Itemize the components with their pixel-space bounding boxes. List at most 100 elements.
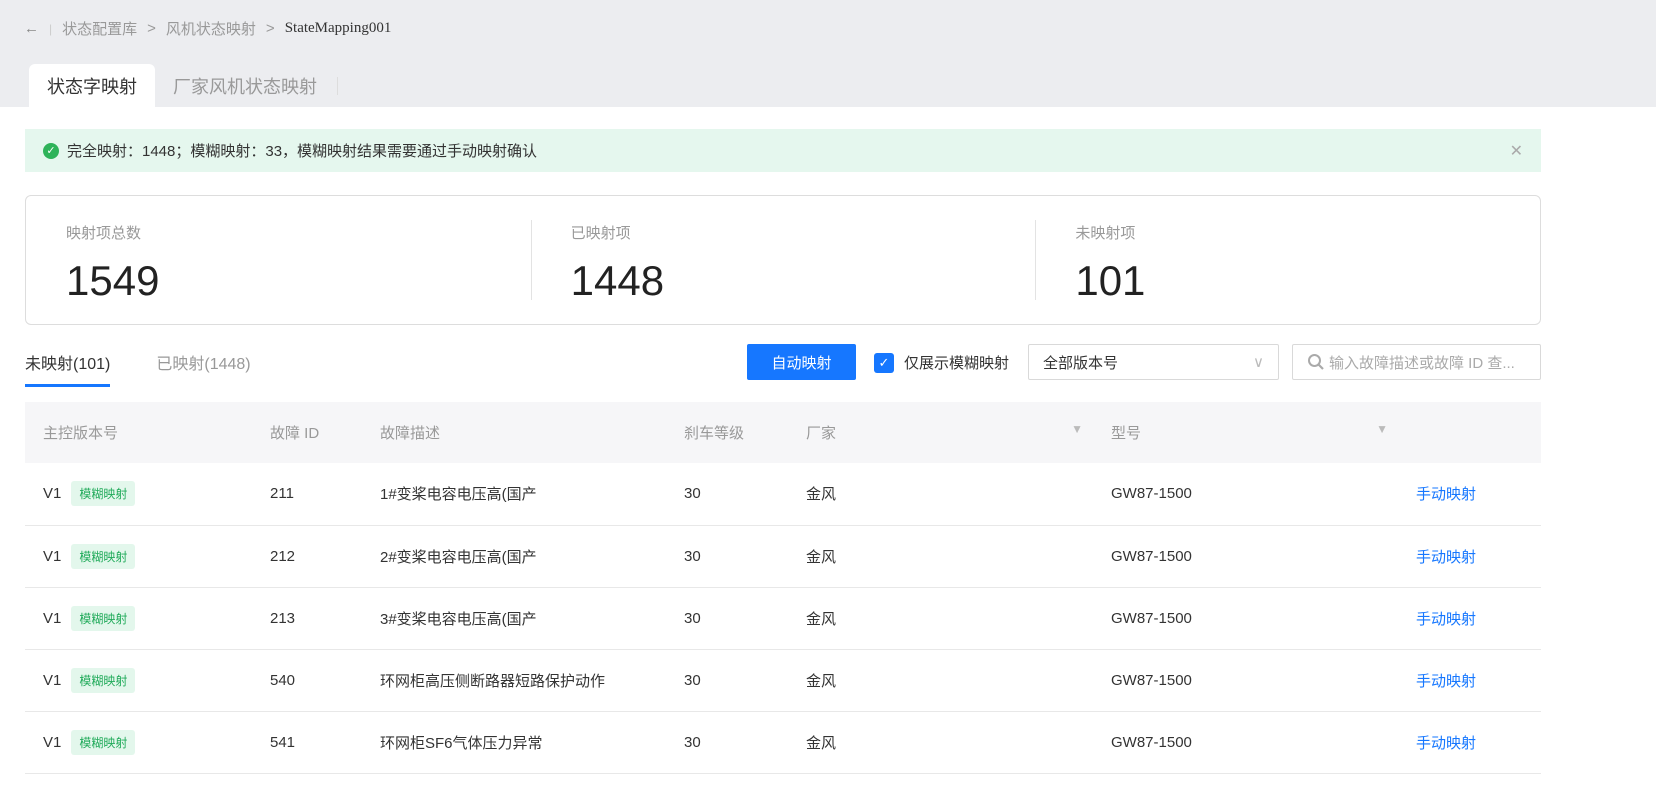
main-tabs: 状态字映射 厂家风机状态映射	[29, 64, 338, 107]
filter-icon[interactable]: ▼	[1071, 422, 1083, 436]
tab-mapped[interactable]: 已映射(1448)	[156, 350, 250, 387]
col-brake-level: 刹车等级	[666, 402, 788, 463]
version-select[interactable]: 全部版本号 ∨	[1028, 344, 1279, 380]
search-input[interactable]: 输入故障描述或故障 ID 查...	[1292, 344, 1541, 380]
checkbox-checked-icon[interactable]: ✓	[874, 352, 894, 373]
manual-map-link[interactable]: 手动映射	[1416, 486, 1476, 503]
checkbox-label: 仅展示模糊映射	[904, 355, 1010, 372]
search-placeholder: 输入故障描述或故障 ID 查...	[1329, 354, 1515, 372]
cell-vendor: 金风	[788, 711, 1093, 774]
manual-map-link[interactable]: 手动映射	[1416, 735, 1476, 752]
col-vendor: 厂家 ▼	[788, 402, 1093, 463]
cell-brake-level: 30	[666, 525, 788, 588]
cell-version: V1 模糊映射	[25, 587, 252, 650]
col-version: 主控版本号	[25, 402, 252, 463]
cell-model: GW87-1500	[1093, 463, 1398, 526]
cell-vendor: 金风	[788, 649, 1093, 712]
cell-model: GW87-1500	[1093, 587, 1398, 650]
cell-action: 手动映射	[1398, 525, 1541, 588]
stat-total: 映射项总数 1549	[26, 196, 531, 324]
table-row: V1 模糊映射 211 1#变桨电容电压高(国产 30 金风 GW87-1500 …	[25, 463, 1541, 526]
fuzzy-badge: 模糊映射	[71, 667, 136, 693]
auto-map-button[interactable]: 自动映射	[747, 344, 856, 380]
cell-fault-desc: 环网柜SF6气体压力异常	[362, 711, 666, 774]
header: ← | 状态配置库 > 风机状态映射 > StateMapping001 状态字…	[0, 0, 1656, 107]
cell-fault-id: 540	[252, 649, 362, 712]
cell-action: 手动映射	[1398, 463, 1541, 526]
select-value: 全部版本号	[1043, 354, 1119, 372]
manual-map-link[interactable]: 手动映射	[1416, 549, 1476, 566]
cell-fault-desc: 1#变桨电容电压高(国产	[362, 463, 666, 526]
version-text: V1	[43, 733, 62, 751]
version-text: V1	[43, 609, 62, 627]
tab-divider	[337, 76, 338, 95]
cell-brake-level: 30	[666, 587, 788, 650]
cell-action: 手动映射	[1398, 649, 1541, 712]
breadcrumb-separator: >	[265, 20, 275, 37]
stat-unmapped: 未映射项 101	[1035, 196, 1540, 324]
cell-action: 手动映射	[1398, 711, 1541, 774]
cell-fault-desc: 环网柜高压侧断路器短路保护动作	[362, 649, 666, 712]
cell-fault-id: 211	[252, 463, 362, 526]
tab-vendor-turbine-mapping[interactable]: 厂家风机状态映射	[155, 64, 335, 107]
cell-model: GW87-1500	[1093, 525, 1398, 588]
col-label: 型号	[1111, 425, 1142, 442]
fuzzy-badge: 模糊映射	[71, 543, 136, 569]
col-action	[1398, 402, 1541, 463]
cell-fault-id: 212	[252, 525, 362, 588]
alert-text: 完全映射：1448；模糊映射：33，模糊映射结果需要通过手动映射确认	[67, 143, 538, 160]
stat-label: 已映射项	[570, 225, 631, 242]
cell-vendor: 金风	[788, 463, 1093, 526]
stat-value: 1448	[570, 257, 665, 304]
cell-vendor: 金风	[788, 587, 1093, 650]
breadcrumb: ← | 状态配置库 > 风机状态映射 > StateMapping001	[24, 18, 391, 39]
col-fault-desc: 故障描述	[362, 402, 666, 463]
cell-model: GW87-1500	[1093, 711, 1398, 774]
stat-value: 1549	[66, 257, 160, 304]
back-arrow-icon[interactable]: ←	[24, 20, 39, 37]
success-alert: ✓ 完全映射：1448；模糊映射：33，模糊映射结果需要通过手动映射确认 ✕	[25, 129, 1541, 172]
cell-brake-level: 30	[666, 711, 788, 774]
stats-panel: 映射项总数 1549 已映射项 1448 未映射项 101	[25, 195, 1541, 325]
cell-vendor: 金风	[788, 525, 1093, 588]
breadcrumb-current: StateMapping001	[284, 20, 392, 36]
breadcrumb-item[interactable]: 风机状态映射	[166, 18, 256, 39]
only-fuzzy-checkbox[interactable]: ✓ 仅展示模糊映射	[874, 352, 1009, 373]
manual-map-link[interactable]: 手动映射	[1416, 611, 1476, 628]
table-row: V1 模糊映射 541 环网柜SF6气体压力异常 30 金风 GW87-1500 …	[25, 711, 1541, 774]
search-icon	[1308, 354, 1324, 370]
mapping-table: 主控版本号 故障 ID 故障描述 刹车等级 厂家 ▼ 型号 ▼ V1 模糊映射 211…	[25, 402, 1541, 774]
cell-brake-level: 30	[666, 649, 788, 712]
close-icon[interactable]: ✕	[1510, 141, 1523, 161]
cell-fault-desc: 2#变桨电容电压高(国产	[362, 525, 666, 588]
cell-version: V1 模糊映射	[25, 711, 252, 774]
cell-fault-id: 541	[252, 711, 362, 774]
col-label: 厂家	[806, 425, 837, 442]
stat-mapped: 已映射项 1448	[530, 196, 1036, 324]
sub-tabs: 未映射(101) 已映射(1448)	[25, 350, 251, 387]
divider: |	[49, 21, 53, 36]
table-row: V1 模糊映射 213 3#变桨电容电压高(国产 30 金风 GW87-1500 …	[25, 587, 1541, 650]
breadcrumb-item[interactable]: 状态配置库	[62, 18, 137, 39]
col-fault-id: 故障 ID	[252, 402, 362, 463]
col-model: 型号 ▼	[1093, 402, 1398, 463]
cell-fault-desc: 3#变桨电容电压高(国产	[362, 587, 666, 650]
fuzzy-badge: 模糊映射	[71, 481, 136, 507]
table-row: V1 模糊映射 540 环网柜高压侧断路器短路保护动作 30 金风 GW87-15…	[25, 649, 1541, 712]
fuzzy-badge: 模糊映射	[71, 729, 136, 755]
tab-unmapped[interactable]: 未映射(101)	[25, 350, 111, 387]
tab-status-word-mapping[interactable]: 状态字映射	[29, 64, 155, 107]
stat-label: 未映射项	[1075, 225, 1136, 242]
cell-version: V1 模糊映射	[25, 649, 252, 712]
chevron-down-icon: ∨	[1253, 354, 1264, 371]
version-text: V1	[43, 671, 62, 689]
cell-version: V1 模糊映射	[25, 525, 252, 588]
version-text: V1	[43, 485, 62, 503]
cell-fault-id: 213	[252, 587, 362, 650]
cell-brake-level: 30	[666, 463, 788, 526]
breadcrumb-separator: >	[147, 20, 156, 37]
manual-map-link[interactable]: 手动映射	[1416, 673, 1476, 690]
stat-label: 映射项总数	[66, 225, 142, 242]
cell-version: V1 模糊映射	[25, 463, 252, 526]
filter-icon[interactable]: ▼	[1376, 422, 1388, 436]
